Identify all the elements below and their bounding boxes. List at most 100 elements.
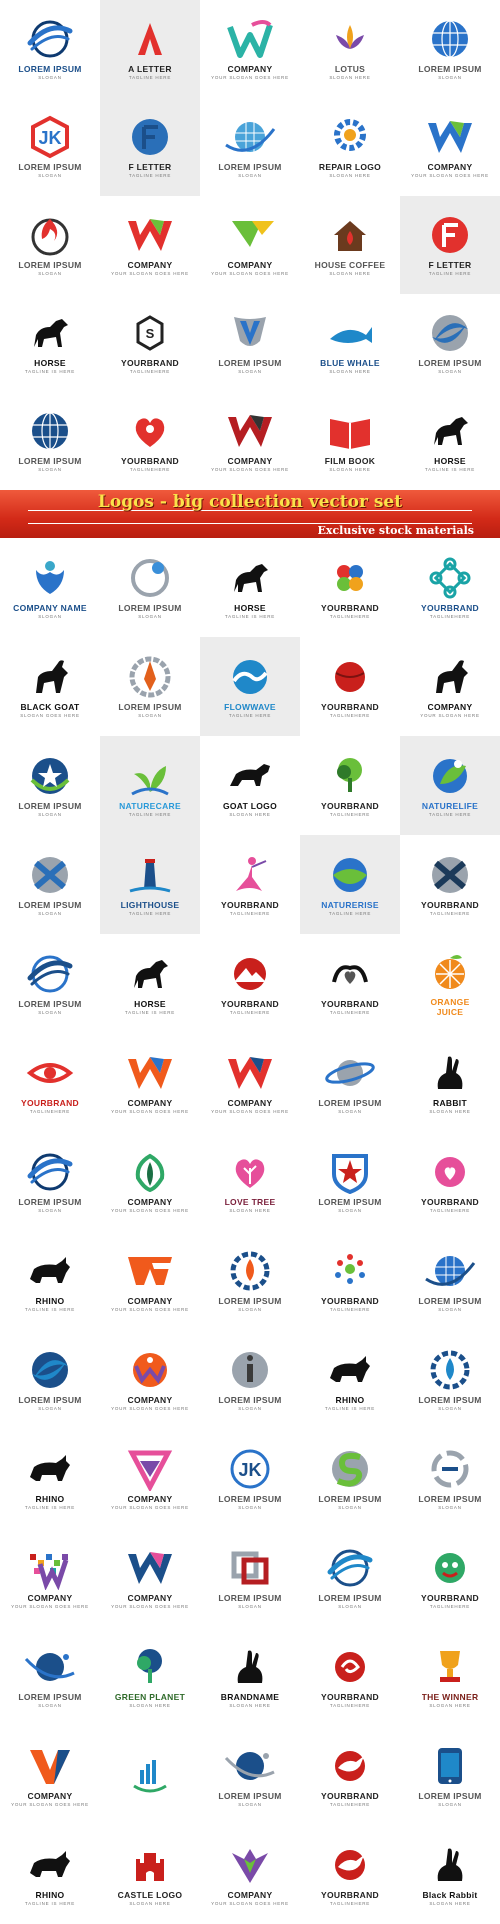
logo-tagline: SLOGAN <box>38 1702 62 1708</box>
logo-tile: GOAT LOGO SLOGAN HERE <box>200 736 300 835</box>
logo-tile: NATURELIFE TAGLINE HERE <box>400 736 500 835</box>
logo-tagline: TAGLINE HERE <box>428 811 472 817</box>
logo-tile: COMPANY YOUR SLOGAN HERE <box>400 637 500 736</box>
globe-swoosh-icon <box>422 1249 478 1296</box>
logo-grid-bottom: COMPANY NAME SLOGAN LOREM IPSUM SLOGAN HORSE… <box>0 538 500 1924</box>
logo-tagline: SLOGAN HERE <box>329 271 371 276</box>
logo-tile: REPAIR LOGO SLOGAN HERE <box>300 98 400 196</box>
letter-f-circle-icon <box>122 115 178 162</box>
logo-name: LOREM IPSUM <box>318 1196 382 1207</box>
logo-name: LOVE TREE <box>224 1196 276 1207</box>
logo-name: BLUE WHALE <box>320 358 380 368</box>
star-shield-icon <box>322 1150 378 1197</box>
logo-tile: COMPANY YOUR SLOGAN GOES HERE <box>200 1033 300 1132</box>
letter-w-icon <box>422 115 478 162</box>
logo-tagline: YOUR SLOGAN GOES HERE <box>211 1900 289 1906</box>
logo-tagline: SLOGAN <box>338 1603 362 1609</box>
logo-name: LOREM IPSUM <box>418 64 482 74</box>
lotus-icon <box>322 17 378 64</box>
logo-tile: CASTLE LOGO SLOGAN HERE <box>100 1825 200 1924</box>
logo-name: REPAIR LOGO <box>318 162 382 172</box>
logo-tagline: YOUR SLOGAN GOES HERE <box>411 173 489 178</box>
logo-tagline: SLOGAN <box>38 271 62 276</box>
logo-name: YOURBRAND <box>321 1691 379 1702</box>
logo-tagline: SLOGAN HERE <box>229 1207 271 1213</box>
swoosh-circle-icon <box>22 952 78 999</box>
logo-tagline: YOUR SLOGAN GOES HERE <box>111 1603 189 1609</box>
heart-tree-icon <box>222 1150 278 1197</box>
leaves-icon <box>122 754 178 801</box>
dancer-icon <box>222 853 278 900</box>
logo-tile: LOREM IPSUM SLOGAN <box>0 196 100 294</box>
jk-circle-icon: JK <box>222 1447 278 1494</box>
logo-tagline: SLOGAN HERE <box>129 1900 171 1906</box>
logo-name: RHINO <box>35 1889 65 1900</box>
logo-tagline: TAGLINE IS HERE <box>24 1900 76 1906</box>
logo-tagline: TAGLINEHERE <box>329 1702 371 1708</box>
logo-tile: HOUSE COFFEE SLOGAN HERE <box>300 196 400 294</box>
logo-tagline: SLOGAN HERE <box>329 369 371 374</box>
logo-tile: COMPANY YOUR SLOGAN GOES HERE <box>400 98 500 196</box>
logo-name: YOURBRAND <box>321 1790 379 1801</box>
logo-tile: COMPANY YOUR SLOGAN GOES HERE <box>200 196 300 294</box>
hands-heart-icon <box>322 952 378 999</box>
logo-tagline: SLOGAN <box>238 1405 262 1411</box>
logo-tagline: TAGLINEHERE <box>429 1603 471 1609</box>
logo-tile: RABBIT SLOGAN HERE <box>400 1033 500 1132</box>
people-w-icon <box>122 1348 178 1395</box>
logo-tagline: TAGLINEHERE <box>329 1009 371 1015</box>
logo-tagline: TAGLINEHERE <box>129 369 171 374</box>
logo-tile: LOREM IPSUM SLOGAN <box>200 1726 300 1825</box>
logo-tagline: SLOGAN GOES HERE <box>20 712 80 718</box>
logo-tagline: YOUR SLOGAN GOES HERE <box>111 1207 189 1213</box>
logo-tagline: SLOGAN HERE <box>129 1702 171 1708</box>
diamond-w-icon <box>122 1447 178 1494</box>
logo-tagline: YOUR SLOGAN GOES HERE <box>111 271 189 276</box>
logo-tile: GREEN PLANET SLOGAN HERE <box>100 1627 200 1726</box>
logo-name: NATURECARE <box>119 800 181 811</box>
logo-name: YOURBRAND <box>221 998 279 1009</box>
heart-swirl-icon <box>422 1150 478 1197</box>
logo-name: F LETTER <box>128 162 172 172</box>
logo-tile: YOURBRAND TAGLINEHERE <box>300 736 400 835</box>
logo-tile: HORSE TAGLINE IS HERE <box>0 294 100 392</box>
logo-tagline: TAGLINEHERE <box>429 910 471 916</box>
logo-tagline: SLOGAN <box>238 369 262 374</box>
logo-tile: YOURBRAND TAGLINEHERE <box>400 1132 500 1231</box>
x-sphere-icon <box>22 853 78 900</box>
logo-name: YOURBRAND <box>221 899 279 910</box>
w-ribbon-icon <box>222 17 278 64</box>
logo-tagline: SLOGAN <box>38 1405 62 1411</box>
rhino-icon <box>22 1843 78 1890</box>
logo-name: LOREM IPSUM <box>18 998 82 1009</box>
bird-icon <box>322 1843 378 1890</box>
logo-tagline: SLOGAN <box>138 712 162 718</box>
logo-tile: LOREM IPSUM SLOGAN <box>400 1726 500 1825</box>
logo-tagline: SLOGAN <box>438 1504 462 1510</box>
globe-swoosh-icon <box>222 115 278 162</box>
logo-name-line2: JUICE <box>436 1007 464 1017</box>
logo-tile: Black Rabbit SLOGAN HERE <box>400 1825 500 1924</box>
logo-tile: LOREM IPSUM SLOGAN <box>400 1429 500 1528</box>
phone-icon <box>422 1744 478 1791</box>
bars-drop-icon <box>122 1752 178 1799</box>
logo-name: LOREM IPSUM <box>18 456 82 466</box>
logo-name: RHINO <box>335 1394 365 1405</box>
saturn-icon <box>322 1051 378 1098</box>
horse-icon <box>22 311 78 358</box>
logo-name: GREEN PLANET <box>114 1691 186 1702</box>
logo-tile: YOURBRAND TAGLINEHERE <box>300 1231 400 1330</box>
logo-name: HORSE <box>434 456 466 466</box>
logo-tagline: SLOGAN <box>338 1207 362 1213</box>
logo-tagline: SLOGAN <box>438 1801 462 1807</box>
pixel-w-icon <box>22 1546 78 1593</box>
logo-name: COMPANY NAME <box>13 602 87 613</box>
logo-tile: LOREM IPSUM SLOGAN <box>300 1132 400 1231</box>
logo-tile: THE WINNER SLOGAN HERE <box>400 1627 500 1726</box>
letter-w-icon <box>122 213 178 260</box>
logo-name: LOREM IPSUM <box>418 1295 482 1306</box>
letter-w-icon <box>222 1051 278 1098</box>
logo-tile <box>100 1726 200 1825</box>
logo-name: LOREM IPSUM <box>418 1493 482 1504</box>
logo-tile: LOREM IPSUM SLOGAN <box>0 736 100 835</box>
